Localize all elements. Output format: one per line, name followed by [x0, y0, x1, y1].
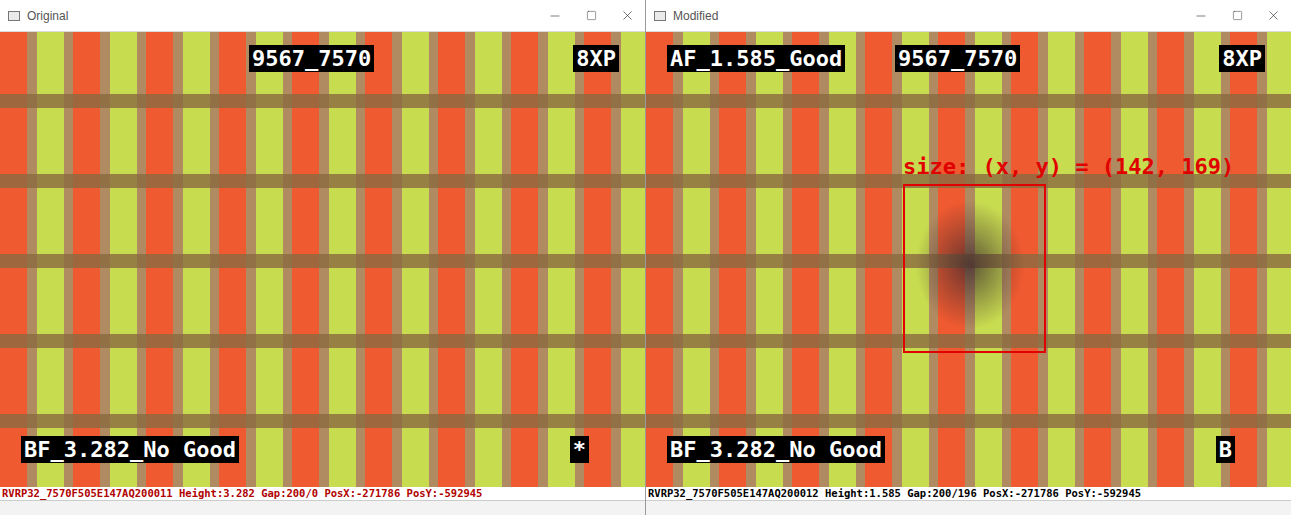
af-label: AF_1.585_Good [667, 45, 845, 72]
status-line: RVRP32_7570F505E147AQ200012 Height:1.585… [646, 487, 1291, 500]
detection-label: size: (x, y) = (142, 169) [903, 153, 1234, 181]
mark-label: * [570, 436, 589, 463]
close-icon [1266, 8, 1281, 23]
image-window: Original 9567_7570 8XP BF_3.282_No Good * RVR… [0, 0, 645, 515]
mark-label: B [1216, 436, 1235, 463]
maximize-icon [586, 10, 597, 21]
minimize-icon [548, 9, 562, 23]
title-bar: Modified [646, 0, 1291, 32]
minimize-icon [1194, 9, 1208, 23]
title-bar: Original [0, 0, 645, 32]
window-title: Original [27, 7, 68, 25]
maximize-button[interactable] [1219, 0, 1255, 31]
maximize-icon [1232, 10, 1243, 21]
mode-label: 8XP [573, 45, 619, 72]
microscope-image: AF_1.585_Good 9567_7570 8XP BF_3.282_No Goo… [646, 32, 1291, 487]
bf-label: BF_3.282_No Good [21, 436, 239, 463]
window-bottom [0, 500, 645, 515]
bf-label: BF_3.282_No Good [667, 436, 885, 463]
defect [915, 200, 1025, 330]
app-icon [8, 11, 20, 21]
window-bottom [646, 500, 1291, 515]
id-label: 9567_7570 [249, 45, 374, 72]
status-line: RVRP32_7570F505E147AQ200011 Height:3.282… [0, 487, 645, 500]
detection-box [903, 184, 1046, 353]
mode-label: 8XP [1219, 45, 1265, 72]
close-icon [620, 8, 635, 23]
desktop: Original 9567_7570 8XP BF_3.282_No Good * RVR… [0, 0, 1291, 515]
close-button[interactable] [1255, 0, 1291, 31]
close-button[interactable] [609, 0, 645, 31]
minimize-button[interactable] [537, 0, 573, 31]
id-label: 9567_7570 [895, 45, 1020, 72]
app-icon [654, 11, 666, 21]
image-window: Modified AF_1.585_Good 9567_7570 8XP BF_3.28… [646, 0, 1291, 515]
microscope-image: 9567_7570 8XP BF_3.282_No Good * [0, 32, 645, 487]
window-title: Modified [673, 7, 718, 25]
minimize-button[interactable] [1183, 0, 1219, 31]
pixel-grid [0, 32, 645, 487]
maximize-button[interactable] [573, 0, 609, 31]
